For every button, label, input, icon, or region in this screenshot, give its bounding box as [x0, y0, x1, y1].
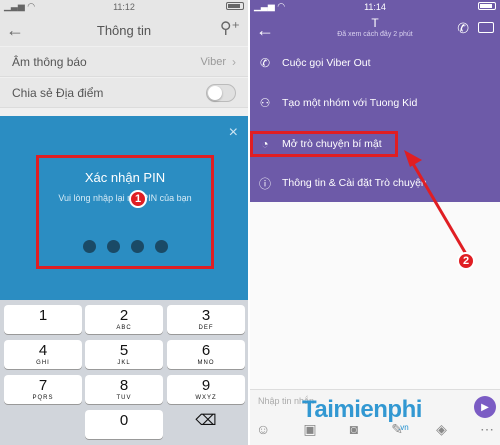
status-bar: ▁▃▅ ◠ 11:12: [0, 0, 248, 14]
annotation-arrow: [404, 150, 468, 255]
key-2[interactable]: 2 ABC: [85, 305, 163, 334]
row-value: Viber: [200, 55, 226, 68]
key-letters: GHI: [36, 360, 50, 366]
send-icon[interactable]: ▶: [474, 396, 496, 418]
key-digit: 0: [119, 412, 129, 429]
row-label: Chia sẻ Địa điểm: [12, 85, 104, 100]
key-digit: 9: [201, 377, 211, 394]
battery-icon: [226, 2, 244, 10]
key-letters: TUV: [116, 395, 132, 401]
step-badge-2: 2: [457, 252, 475, 270]
gif-icon[interactable]: ◈: [436, 421, 447, 438]
delete-key[interactable]: ⌫: [167, 410, 245, 439]
watermark-domain: .vn: [398, 423, 409, 432]
key-letters: WXYZ: [195, 395, 217, 401]
pin-highlight-box: Xác nhận PIN Vui lòng nhập lại mã PIN củ…: [36, 155, 214, 269]
pin-dot: [106, 240, 120, 253]
chevron-right-icon: ›: [232, 54, 236, 69]
key-letters: DEF: [198, 325, 214, 331]
message-composer: Nhập tin nhắn ▶ ☺ ▣ ◙ ✎ ◈ ⋯ Taimienphi .…: [250, 389, 500, 445]
key-digit: 2: [119, 307, 129, 324]
right-screen: ▁▃▅ ◠ 11:14 ← T Đã xem cách đây 2 phút ✆…: [250, 0, 500, 445]
key-6[interactable]: 6 MNO: [167, 340, 245, 369]
key-5[interactable]: 5 JKL: [85, 340, 163, 369]
more-icon[interactable]: ⋯: [480, 421, 494, 438]
key-4[interactable]: 4 GHI: [4, 340, 82, 369]
key-digit: 4: [38, 342, 48, 359]
pin-dot: [130, 240, 144, 253]
step-badge-1: 1: [129, 190, 147, 208]
row-label: Âm thông báo: [12, 54, 87, 69]
key-digit: 1: [38, 307, 48, 324]
pin-dot: [154, 240, 168, 253]
pin-subtitle: Vui lòng nhập lại mã PIN của bạn: [58, 193, 192, 203]
key-1[interactable]: 1: [4, 305, 82, 334]
key-letters: JKL: [117, 360, 131, 366]
key-8[interactable]: 8 TUV: [85, 375, 163, 404]
pin-dot: [82, 240, 96, 253]
key-digit: 8: [119, 377, 129, 394]
key-9[interactable]: 9 WXYZ: [167, 375, 245, 404]
back-arrow-icon[interactable]: ←: [6, 20, 24, 41]
signal-icon: ▁▃▅ ◠: [4, 1, 36, 11]
header: ← Thông tin ⚲⁺: [0, 14, 248, 46]
key-digit: 3: [201, 307, 211, 324]
pin-confirm-panel: × Xác nhận PIN Vui lòng nhập lại mã PIN …: [0, 116, 248, 300]
add-person-icon[interactable]: ⚲⁺: [220, 18, 240, 38]
key-0[interactable]: 0: [85, 410, 163, 439]
sticker-icon[interactable]: ☺: [256, 421, 270, 438]
numeric-keypad: 1 2 ABC 3 DEF 4 GHI 5 JKL 6 MNO 7 PQRS 8 TUV 9 WXYZ 0 ⌫: [0, 300, 248, 445]
page-title: Thông tin: [96, 22, 152, 38]
key-digit: 6: [201, 342, 211, 359]
close-icon[interactable]: ×: [229, 124, 238, 142]
notification-sound-row[interactable]: Âm thông báo Viber ›: [0, 47, 248, 77]
key-3[interactable]: 3 DEF: [167, 305, 245, 334]
left-screen: ▁▃▅ ◠ 11:12 ← Thông tin ⚲⁺ Âm thông báo …: [0, 0, 248, 445]
key-letters: ABC: [116, 325, 132, 331]
key-7[interactable]: 7 PQRS: [4, 375, 82, 404]
key-digit: 5: [119, 342, 129, 359]
key-digit: 7: [38, 377, 48, 394]
watermark-logo: Taimienphi: [302, 396, 422, 423]
status-time: 11:12: [113, 2, 135, 12]
pin-dots: [39, 240, 211, 253]
pin-title: Xác nhận PIN: [84, 170, 166, 185]
key-letters: PQRS: [32, 395, 54, 401]
backspace-icon: ⌫: [195, 412, 217, 429]
share-location-row: Chia sẻ Địa điểm: [0, 78, 248, 108]
share-location-toggle[interactable]: [206, 83, 236, 102]
key-letters: MNO: [197, 360, 215, 366]
